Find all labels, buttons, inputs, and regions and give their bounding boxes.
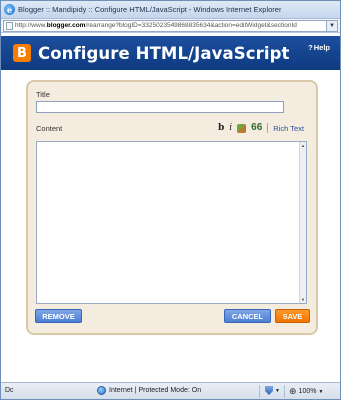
help-icon: ? [308,43,313,52]
chevron-down-icon: ▼ [329,22,335,29]
blogger-logo-icon: B [13,44,31,62]
address-dropdown-button[interactable]: ▼ [327,19,338,32]
zone-label: Internet | Protected Mode: On [109,387,202,394]
content-textarea[interactable]: ▲ ▼ [36,141,307,304]
help-label: Help [313,43,330,52]
status-text: Dc [5,387,14,394]
window-title: Blogger :: Mandipidy :: Configure HTML/J… [18,5,282,14]
browser-window: e Blogger :: Mandipidy :: Configure HTML… [0,0,341,400]
help-link[interactable]: ?Help [308,43,330,52]
zoom-control[interactable]: ⊕ 100% ▼ [289,386,323,397]
save-button[interactable]: SAVE [275,309,310,323]
internet-explorer-icon: e [4,4,15,15]
remove-button[interactable]: REMOVE [35,309,82,323]
address-field[interactable]: http://www. blogger.com/rearrange?blogID=… [3,19,327,32]
content-label: Content [36,124,63,133]
status-bar: Dc Internet | Protected Mode: On ▼ ⊕ 100… [1,382,340,399]
content-scrollbar[interactable]: ▲ ▼ [299,142,306,303]
protected-mode-button[interactable]: ▼ [265,386,280,395]
page-icon [6,21,13,30]
title-label: Title [36,90,50,99]
shield-icon [265,386,273,395]
security-zone[interactable]: Internet | Protected Mode: On [97,386,201,395]
chevron-down-icon: ▼ [275,387,280,394]
chevron-down-icon: ▼ [318,388,324,395]
rich-text-link[interactable]: Rich Text [273,124,304,133]
insert-image-icon[interactable] [237,123,247,133]
cancel-button[interactable]: CANCEL [224,309,271,323]
blockquote-button[interactable]: 66 [251,123,262,133]
scroll-up-icon[interactable]: ▲ [300,142,306,149]
url-path: /rearrange?blogID=3325023549868835634&ac… [85,22,297,29]
url-domain: blogger.com [46,22,86,29]
zoom-icon: ⊕ [289,386,297,396]
widget-form-panel: Title Content b i 66 Rich Text ▲ ▼ REMOV… [26,80,318,335]
zoom-level: 100% [298,388,317,395]
bold-button[interactable]: b [218,123,224,133]
italic-button[interactable]: i [229,123,232,133]
url-prefix: http://www. [15,22,47,29]
globe-icon [97,386,106,395]
address-bar: http://www. blogger.com/rearrange?blogID=… [1,19,340,33]
title-input[interactable] [36,101,284,113]
status-divider [259,385,260,398]
scroll-down-icon[interactable]: ▼ [300,296,306,303]
dialog-header: B Configure HTML/JavaScript ?Help [1,36,340,70]
window-titlebar: e Blogger :: Mandipidy :: Configure HTML… [1,1,340,19]
dialog-title: Configure HTML/JavaScript [38,43,290,63]
toolbar-divider [267,123,269,133]
status-divider [284,385,285,398]
content-toolbar: b i 66 Rich Text [218,123,304,133]
